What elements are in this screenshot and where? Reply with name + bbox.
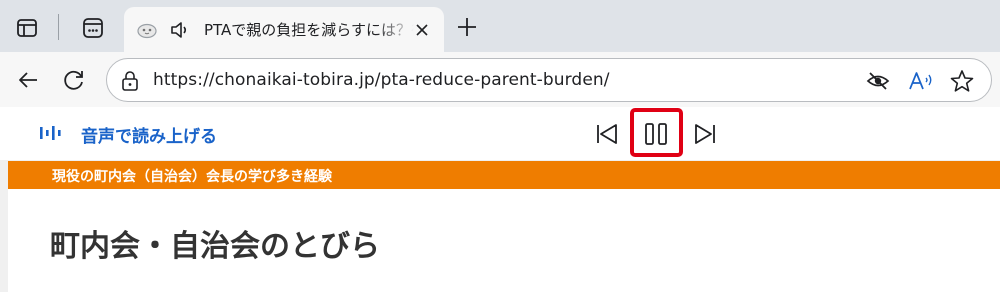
speaker-icon[interactable] bbox=[168, 18, 192, 46]
audio-waveform-icon bbox=[38, 123, 62, 147]
plus-icon[interactable] bbox=[452, 12, 482, 42]
lock-icon[interactable] bbox=[119, 69, 141, 97]
browser-toolbar: https://chonaikai-tobira.jp/pta-reduce-p… bbox=[0, 52, 1000, 107]
skip-next-icon[interactable] bbox=[690, 119, 720, 149]
tab-strip-divider bbox=[58, 14, 59, 40]
tab-actions-icon[interactable] bbox=[76, 11, 110, 45]
site-header: 町内会・自治会のとびら bbox=[8, 189, 1000, 292]
site-title[interactable]: 町内会・自治会のとびら bbox=[50, 221, 380, 265]
favorite-star-icon[interactable] bbox=[949, 69, 975, 93]
site-favicon-icon bbox=[136, 19, 158, 45]
address-bar[interactable]: https://chonaikai-tobira.jp/pta-reduce-p… bbox=[106, 58, 992, 102]
skip-previous-icon[interactable] bbox=[592, 119, 622, 149]
url-text[interactable]: https://chonaikai-tobira.jp/pta-reduce-p… bbox=[153, 70, 610, 90]
close-icon[interactable] bbox=[412, 20, 432, 40]
site-content: 現役の町内会（自治会）会長の学び多き経験 町内会・自治会のとびら bbox=[0, 160, 1000, 292]
read-aloud-icon[interactable] bbox=[907, 69, 933, 93]
tab-title: PTAで親の負担を減らすには？役員の負担を減らす工夫 bbox=[204, 21, 414, 39]
read-aloud-label[interactable]: 音声で読み上げる bbox=[81, 122, 217, 147]
site-banner: 現役の町内会（自治会）会長の学び多き経験 bbox=[8, 161, 1000, 189]
refresh-icon[interactable] bbox=[60, 66, 88, 94]
banner-text: 現役の町内会（自治会）会長の学び多き経験 bbox=[52, 169, 332, 185]
read-aloud-bar: 音声で読み上げる bbox=[0, 107, 1000, 160]
pause-icon[interactable] bbox=[641, 119, 671, 149]
tracking-prevention-icon[interactable] bbox=[865, 69, 891, 93]
active-tab[interactable]: PTAで親の負担を減らすには？役員の負担を減らす工夫 bbox=[124, 7, 444, 52]
back-arrow-icon[interactable] bbox=[14, 66, 42, 94]
sidebar-layout-icon[interactable] bbox=[10, 11, 44, 45]
tab-strip: PTAで親の負担を減らすには？役員の負担を減らす工夫 bbox=[0, 0, 1000, 52]
